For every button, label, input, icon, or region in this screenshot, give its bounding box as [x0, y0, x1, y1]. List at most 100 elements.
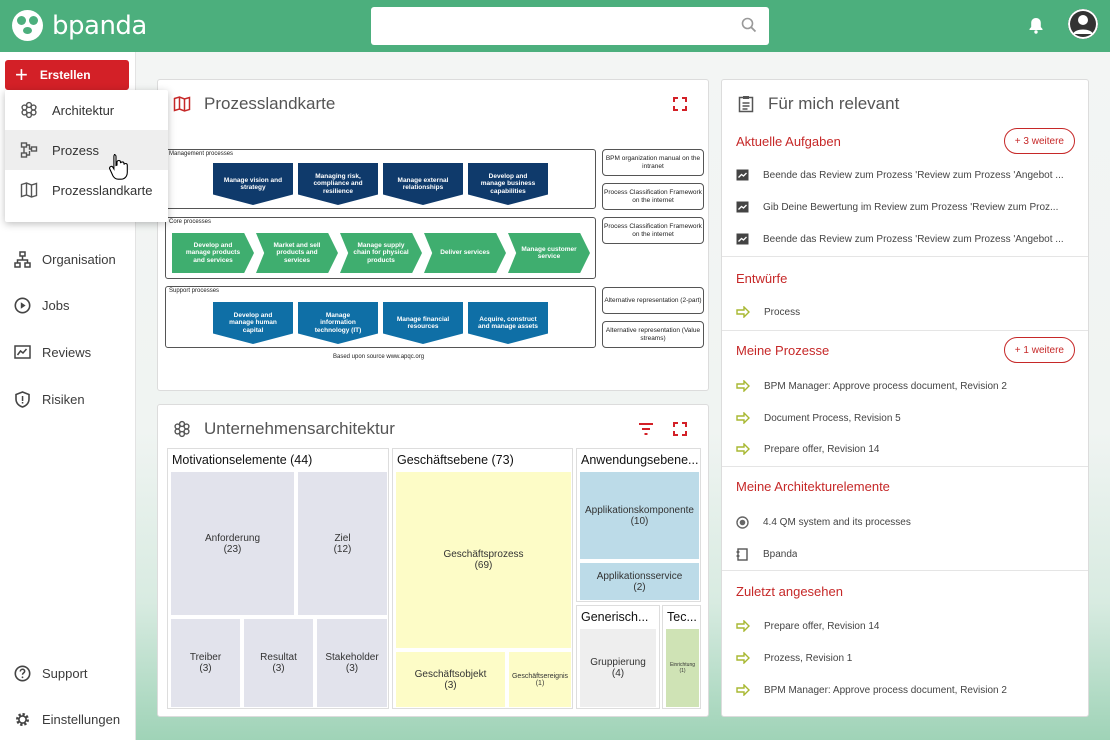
sidebar-item-organisation[interactable]: Organisation [0, 241, 136, 277]
draft-item[interactable]: Process [736, 306, 1076, 318]
process-step[interactable]: Deliver services [424, 233, 506, 273]
notebook-icon [736, 548, 748, 561]
recent-item[interactable]: BPM Manager: Approve process document, R… [736, 684, 1076, 696]
side-link-box[interactable]: Process Classification Framework on the … [602, 183, 704, 210]
cell-label: Resultat [260, 652, 297, 663]
sidebar-item-einstellungen[interactable]: Einstellungen [0, 701, 136, 737]
treemap-cell[interactable]: Applikationsservice (2) [579, 562, 700, 601]
process-step[interactable]: Manage financial resources [383, 302, 463, 344]
process-item[interactable]: Prepare offer, Revision 14 [736, 443, 1076, 455]
process-step[interactable]: Manage external relationships [383, 163, 463, 205]
management-processes-box[interactable]: Management processes Manage vision and s… [165, 149, 596, 209]
menu-item-architektur[interactable]: Architektur [5, 90, 168, 130]
treemap-cell[interactable]: Gruppierung (4) [579, 628, 657, 708]
process-step[interactable]: Managing risk, compliance and resilience [298, 163, 378, 205]
treemap-cell[interactable]: Anforderung (23) [170, 471, 295, 616]
architecture-icon [174, 420, 190, 438]
search-icon[interactable] [741, 17, 757, 33]
lane-label: Management processes [169, 151, 234, 157]
cell-label: Geschäftsprozess [443, 549, 524, 560]
process-step[interactable]: Acquire, construct and manage assets [468, 302, 548, 344]
map-icon [173, 96, 191, 112]
treemap-cell[interactable]: Geschäftsereignis (1) [508, 651, 572, 708]
hand-cursor-icon [109, 153, 128, 180]
task-item[interactable]: Beende das Review zum Prozess 'Review zu… [736, 233, 1076, 245]
cell-label: Treiber [189, 652, 222, 663]
treemap-cell[interactable]: Geschäftsprozess (69) [395, 471, 572, 649]
process-step[interactable]: Manage supply chain for physical product… [340, 233, 422, 273]
treemap-cell[interactable]: Treiber (3) [170, 618, 241, 708]
cell-count: (23) [223, 543, 242, 555]
cell-label: Stakeholder [325, 652, 379, 663]
cell-count: (3) [444, 679, 457, 691]
support-processes-box[interactable]: Support processes Develop and manage hum… [165, 286, 596, 348]
side-link-box[interactable]: Alternative representation (Value stream… [602, 321, 704, 348]
more-tasks-button[interactable]: + 3 weitere [1003, 128, 1075, 154]
app-logo[interactable]: bpanda [12, 10, 147, 41]
more-processes-button[interactable]: + 1 weitere [1003, 337, 1075, 363]
treemap-group-application[interactable]: Anwendungsebene... Applikationskomponent… [576, 448, 701, 602]
process-step[interactable]: Develop and manage products and services [172, 233, 254, 273]
core-processes-box[interactable]: Core processes Develop and manage produc… [165, 217, 596, 279]
cell-count: (1) [679, 668, 686, 674]
task-item[interactable]: Beende das Review zum Prozess 'Review zu… [736, 169, 1076, 181]
arrow-right-icon [736, 620, 750, 632]
side-link-box[interactable]: Process Classification Framework on the … [602, 217, 704, 244]
menu-item-prozesslandkarte[interactable]: Prozesslandkarte [5, 170, 168, 210]
process-step[interactable]: Market and sell products and services [256, 233, 338, 273]
treemap-cell[interactable]: Applikationskomponente (10) [579, 471, 700, 560]
card-title: Für mich relevant [768, 94, 900, 113]
sidebar-item-support[interactable]: Support [0, 655, 136, 691]
treemap-group-header: Motivationselemente (44) [172, 453, 313, 467]
section-recently-viewed: Zuletzt angesehen Prepare offer, Revisio… [722, 570, 1088, 715]
create-button-label: Erstellen [39, 68, 91, 82]
recent-item[interactable]: Prozess, Revision 1 [736, 652, 1076, 664]
arrow-right-icon [736, 380, 750, 392]
review-icon [14, 344, 31, 359]
process-label: Document Process, Revision 5 [764, 412, 901, 424]
treemap-cell[interactable]: Stakeholder (3) [316, 618, 388, 708]
process-step[interactable]: Manage customer service [508, 233, 590, 273]
process-step[interactable]: Manage vision and strategy [213, 163, 293, 205]
process-step[interactable]: Develop and manage business capabilities [468, 163, 548, 205]
process-item[interactable]: BPM Manager: Approve process document, R… [736, 380, 1076, 392]
sidebar-item-reviews[interactable]: Reviews [0, 334, 136, 370]
top-bar: bpanda [0, 0, 1110, 52]
cell-label: Gruppierung [590, 657, 646, 668]
arrow-right-icon [736, 306, 750, 318]
search-input[interactable] [371, 7, 769, 45]
treemap-group-business[interactable]: Geschäftsebene (73) Geschäftsprozess (69)… [392, 448, 573, 709]
architecture-item[interactable]: 4.4 QM system and its processes [736, 516, 1076, 529]
user-avatar[interactable] [1068, 9, 1098, 39]
architecture-item[interactable]: Bpanda [736, 548, 1076, 561]
treemap-cell[interactable]: Geschäftsobjekt (3) [395, 651, 506, 708]
notification-bell-icon[interactable] [1027, 16, 1045, 34]
side-link-box[interactable]: Alternative representation (2-part) [602, 287, 704, 314]
sidebar-item-risiken[interactable]: Risiken [0, 381, 136, 417]
process-step[interactable]: Manage information technology (IT) [298, 302, 378, 344]
treemap-cell[interactable]: Resultat (3) [243, 618, 314, 708]
process-icon [20, 142, 38, 158]
process-item[interactable]: Document Process, Revision 5 [736, 412, 1076, 424]
treemap-group-motivation[interactable]: Motivationselemente (44) Anforderung (23)… [167, 448, 389, 709]
cell-label: Applikationskomponente [585, 504, 694, 516]
fullscreen-icon[interactable] [673, 97, 687, 111]
source-note: Based upon source www.apqc.org [333, 354, 425, 360]
arrow-right-icon [736, 652, 750, 664]
treemap-cell[interactable]: Ziel (12) [297, 471, 388, 616]
create-button[interactable]: + Erstellen [5, 60, 129, 90]
relevant-card: Für mich relevant Aktuelle Aufgaben + 3 … [721, 79, 1089, 717]
treemap-group-technology[interactable]: Tec... Einrichtung (1) [662, 605, 701, 709]
sidebar-item-jobs[interactable]: Jobs [0, 287, 136, 323]
filter-icon[interactable] [638, 422, 654, 436]
review-task-icon [736, 201, 749, 213]
side-link-box[interactable]: BPM organization manual on the intranet [602, 149, 704, 176]
task-item[interactable]: Gib Deine Bewertung im Review zum Prozes… [736, 201, 1076, 213]
process-label: BPM Manager: Approve process document, R… [764, 380, 1007, 392]
menu-item-prozess[interactable]: Prozess [5, 130, 168, 170]
treemap-group-generic[interactable]: Generisch... Gruppierung (4) [576, 605, 660, 709]
process-step[interactable]: Develop and manage human capital [213, 302, 293, 344]
treemap-cell[interactable]: Einrichtung (1) [665, 628, 700, 708]
fullscreen-icon[interactable] [673, 422, 687, 436]
recent-item[interactable]: Prepare offer, Revision 14 [736, 620, 1076, 632]
